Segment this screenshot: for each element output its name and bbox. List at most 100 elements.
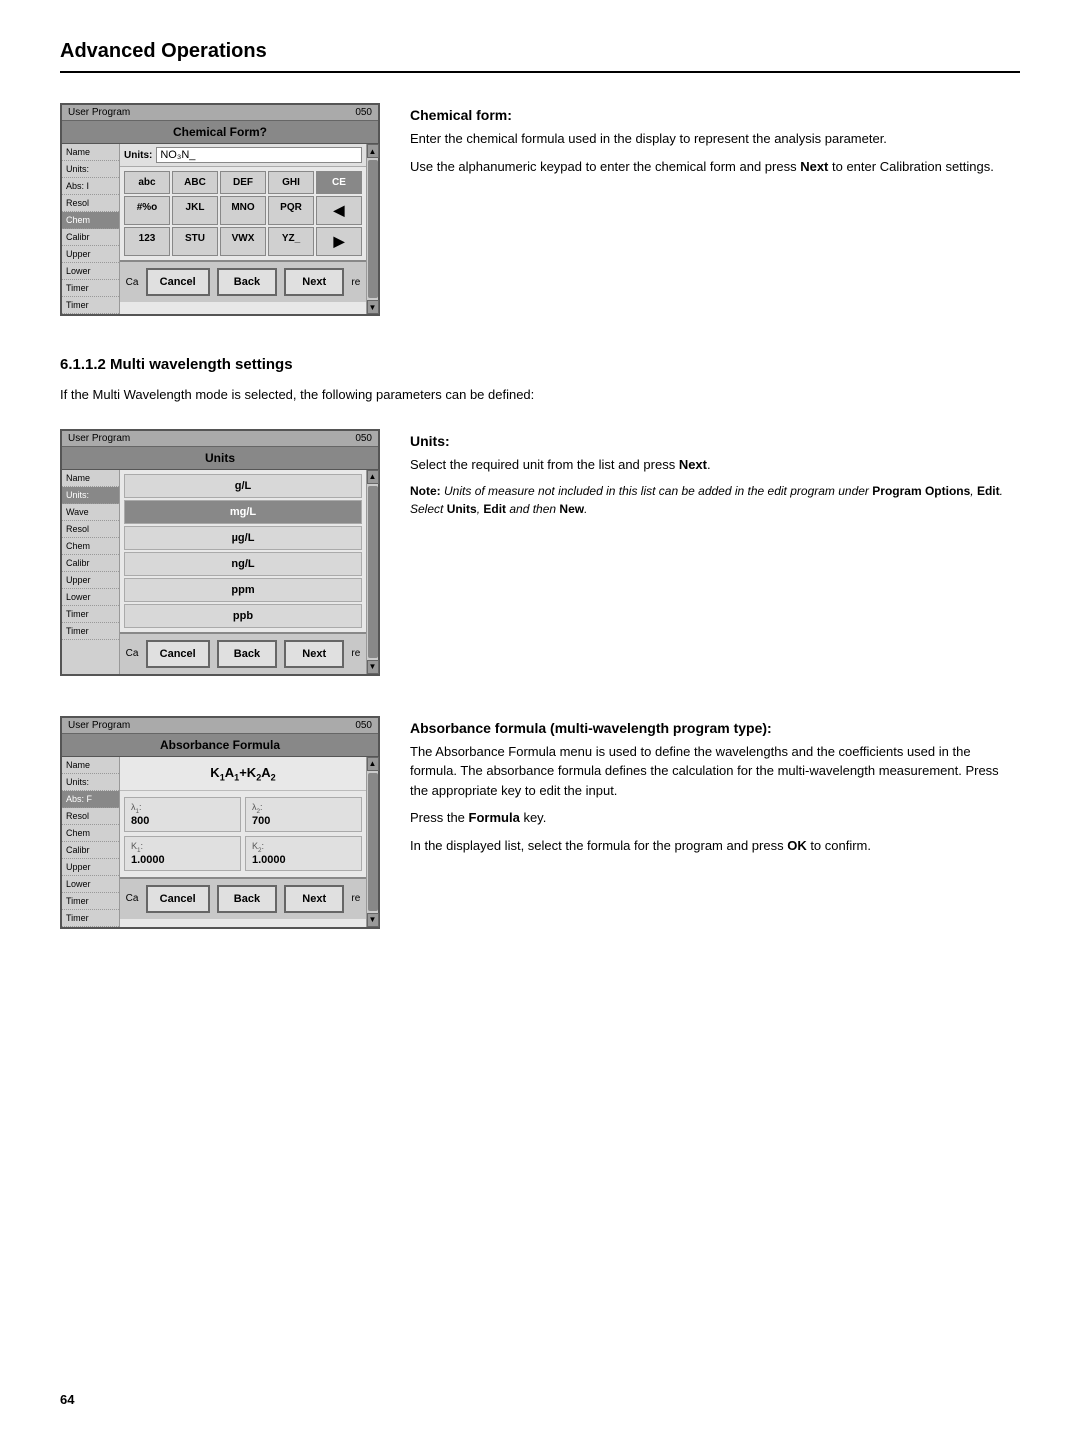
lambda2-cell[interactable]: λ2: 700 — [245, 797, 362, 832]
scroll-down-1[interactable]: ▼ — [367, 300, 379, 314]
cancel-button-2[interactable]: Cancel — [146, 640, 210, 668]
unit-ugL[interactable]: µg/L — [124, 526, 362, 550]
sidebar2-wave: Wave — [62, 504, 119, 521]
description-panel-2: Units: Select the required unit from the… — [410, 429, 1020, 527]
key-backspace[interactable]: ◀ — [316, 196, 362, 225]
device-top-bar-3: User Program 050 — [62, 718, 378, 734]
device-screen-1: User Program 050 Chemical Form? Name Uni… — [60, 103, 380, 316]
sidebar3-chem: Chem — [62, 825, 119, 842]
scroll-down-3[interactable]: ▼ — [367, 913, 379, 927]
input-label-1: Units: — [124, 150, 152, 161]
subsection-desc: If the Multi Wavelength mode is selected… — [60, 385, 1020, 405]
key-YZ[interactable]: YZ_ — [268, 227, 314, 256]
device-bottom-2: Ca Cancel Back Next re — [120, 632, 366, 674]
sidebar2-units[interactable]: Units: — [62, 487, 119, 504]
sidebar3-units: Units: — [62, 774, 119, 791]
sidebar-units: Units: — [62, 161, 119, 178]
device-body-3: Name Units: Abs: F Resol Chem Calibr Upp… — [62, 757, 378, 927]
k1-cell[interactable]: K1: 1.0000 — [124, 836, 241, 871]
key-DEF[interactable]: DEF — [220, 171, 266, 194]
input-field-1[interactable]: NO₃N_ — [156, 147, 362, 163]
sidebar2-upper: Upper — [62, 572, 119, 589]
scroll-up-1[interactable]: ▲ — [367, 144, 379, 158]
scroll-down-2[interactable]: ▼ — [367, 660, 379, 674]
sidebar-timer2: Timer — [62, 297, 119, 314]
key-PQR[interactable]: PQR — [268, 196, 314, 225]
key-GHI[interactable]: GHI — [268, 171, 314, 194]
description-panel-1: Chemical form: Enter the chemical formul… — [410, 103, 1020, 184]
sidebar2-chem: Chem — [62, 538, 119, 555]
key-MNO[interactable]: MNO — [220, 196, 266, 225]
key-CE[interactable]: CE — [316, 171, 362, 194]
unit-ppm[interactable]: ppm — [124, 578, 362, 602]
device-screen-3: User Program 050 Absorbance Formula Name… — [60, 716, 380, 929]
unit-mgL[interactable]: mg/L — [124, 500, 362, 524]
section-absorbance: User Program 050 Absorbance Formula Name… — [60, 716, 1020, 929]
sidebar3-lower: Lower — [62, 876, 119, 893]
scroll-thumb-2 — [368, 486, 378, 658]
desc-note-2: Note: Units of measure not included in t… — [410, 482, 1020, 518]
device-title-1: Chemical Form? — [62, 121, 378, 144]
section-chemical-form: User Program 050 Chemical Form? Name Uni… — [60, 103, 1020, 316]
top-bar-left-1: User Program — [68, 107, 130, 118]
back-button-2[interactable]: Back — [217, 640, 277, 668]
desc-text1-3: The Absorbance Formula menu is used to d… — [410, 742, 1020, 801]
device-bottom-1: Ca Cancel Back Next re — [120, 260, 366, 302]
sidebar-chem[interactable]: Chem — [62, 212, 119, 229]
key-VWX[interactable]: VWX — [220, 227, 266, 256]
scroll-thumb-1 — [368, 160, 378, 298]
unit-ppb[interactable]: ppb — [124, 604, 362, 628]
lambda1-cell[interactable]: λ1: 800 — [124, 797, 241, 832]
key-STU[interactable]: STU — [172, 227, 218, 256]
unit-ngL[interactable]: ng/L — [124, 552, 362, 576]
sidebar2-name: Name — [62, 470, 119, 487]
sidebar-lower: Lower — [62, 263, 119, 280]
device-sidebar-3: Name Units: Abs: F Resol Chem Calibr Upp… — [62, 757, 120, 927]
cancel-button-1[interactable]: Cancel — [146, 268, 210, 296]
key-forward[interactable]: ▶ — [316, 227, 362, 256]
key-ABC[interactable]: ABC — [172, 171, 218, 194]
key-123[interactable]: 123 — [124, 227, 170, 256]
bottom-label-1: Ca — [126, 277, 139, 288]
bottom-right-2: re — [351, 648, 360, 659]
next-button-2[interactable]: Next — [284, 640, 344, 668]
device-bottom-3: Ca Cancel Back Next re — [120, 877, 366, 919]
sidebar3-resol: Resol — [62, 808, 119, 825]
desc-heading-3: Absorbance formula (multi-wavelength pro… — [410, 720, 1020, 736]
key-abc[interactable]: abc — [124, 171, 170, 194]
page-number: 64 — [60, 1392, 74, 1407]
sidebar-name: Name — [62, 144, 119, 161]
k1-value: 1.0000 — [131, 854, 234, 866]
desc-heading-1: Chemical form: — [410, 107, 1020, 123]
cancel-button-3[interactable]: Cancel — [146, 885, 210, 913]
k2-cell[interactable]: K2: 1.0000 — [245, 836, 362, 871]
sidebar2-lower: Lower — [62, 589, 119, 606]
sidebar3-abs[interactable]: Abs: F — [62, 791, 119, 808]
next-button-1[interactable]: Next — [284, 268, 344, 296]
device-top-bar-1: User Program 050 — [62, 105, 378, 121]
desc-text2-1: Use the alphanumeric keypad to enter the… — [410, 157, 1020, 177]
desc-heading-2: Units: — [410, 433, 1020, 449]
device-main-3: K1A1+K2A2 λ1: 800 λ2: 700 K1: 1.0000 — [120, 757, 366, 927]
k2-value: 1.0000 — [252, 854, 355, 866]
top-bar-right-2: 050 — [355, 433, 372, 444]
next-button-3[interactable]: Next — [284, 885, 344, 913]
scroll-up-3[interactable]: ▲ — [367, 757, 379, 771]
unit-gL[interactable]: g/L — [124, 474, 362, 498]
k2-label: K2: — [252, 841, 355, 854]
lambda1-value: 800 — [131, 815, 234, 827]
back-button-1[interactable]: Back — [217, 268, 277, 296]
back-button-3[interactable]: Back — [217, 885, 277, 913]
key-hash[interactable]: #%o — [124, 196, 170, 225]
lambda2-label: λ2: — [252, 802, 355, 815]
device-main-1: Units: NO₃N_ abc ABC DEF GHI CE #%o JKL … — [120, 144, 366, 314]
description-panel-3: Absorbance formula (multi-wavelength pro… — [410, 716, 1020, 864]
device-title-3: Absorbance Formula — [62, 734, 378, 757]
device-scrollbar-1: ▲ ▼ — [366, 144, 378, 314]
lambda2-value: 700 — [252, 815, 355, 827]
sidebar3-timer1: Timer — [62, 893, 119, 910]
device-scrollbar-2: ▲ ▼ — [366, 470, 378, 674]
scroll-up-2[interactable]: ▲ — [367, 470, 379, 484]
page-title: Advanced Operations — [60, 40, 1020, 73]
key-JKL[interactable]: JKL — [172, 196, 218, 225]
